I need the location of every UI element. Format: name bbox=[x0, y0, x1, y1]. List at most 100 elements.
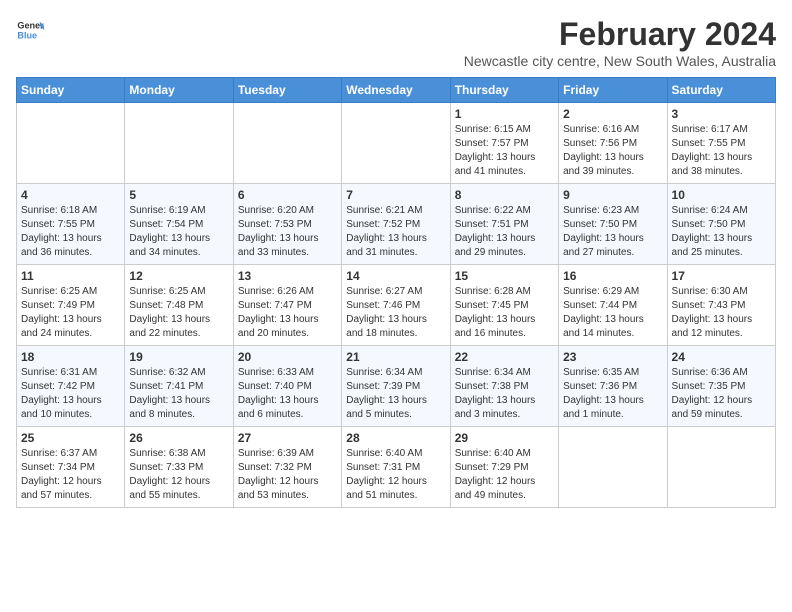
calendar-day-cell: 27 Sunrise: 6:39 AM Sunset: 7:32 PM Dayli… bbox=[233, 427, 341, 508]
day-number: 13 bbox=[238, 269, 337, 283]
day-info: Sunrise: 6:40 AM Sunset: 7:31 PM Dayligh… bbox=[346, 447, 445, 503]
weekday-header-cell: Monday bbox=[125, 78, 233, 103]
day-info: Sunrise: 6:25 AM Sunset: 7:48 PM Dayligh… bbox=[129, 285, 228, 341]
calendar-table: SundayMondayTuesdayWednesdayThursdayFrid… bbox=[16, 77, 776, 508]
calendar-day-cell bbox=[559, 427, 667, 508]
day-info: Sunrise: 6:27 AM Sunset: 7:46 PM Dayligh… bbox=[346, 285, 445, 341]
calendar-week-row: 1 Sunrise: 6:15 AM Sunset: 7:57 PM Daylig… bbox=[17, 103, 776, 184]
calendar-week-row: 18 Sunrise: 6:31 AM Sunset: 7:42 PM Dayli… bbox=[17, 346, 776, 427]
calendar-day-cell: 17 Sunrise: 6:30 AM Sunset: 7:43 PM Dayli… bbox=[667, 265, 775, 346]
day-number: 17 bbox=[672, 269, 771, 283]
day-number: 25 bbox=[21, 431, 120, 445]
calendar-day-cell: 8 Sunrise: 6:22 AM Sunset: 7:51 PM Daylig… bbox=[450, 184, 558, 265]
calendar-day-cell: 21 Sunrise: 6:34 AM Sunset: 7:39 PM Dayli… bbox=[342, 346, 450, 427]
day-info: Sunrise: 6:20 AM Sunset: 7:53 PM Dayligh… bbox=[238, 204, 337, 260]
calendar-day-cell: 29 Sunrise: 6:40 AM Sunset: 7:29 PM Dayli… bbox=[450, 427, 558, 508]
day-info: Sunrise: 6:39 AM Sunset: 7:32 PM Dayligh… bbox=[238, 447, 337, 503]
calendar-day-cell: 16Sunrise: 6:29 AM Sunset: 7:44 PM Dayli… bbox=[559, 265, 667, 346]
calendar-day-cell: 11 Sunrise: 6:25 AM Sunset: 7:49 PM Dayli… bbox=[17, 265, 125, 346]
calendar-day-cell: 5 Sunrise: 6:19 AM Sunset: 7:54 PM Daylig… bbox=[125, 184, 233, 265]
day-number: 29 bbox=[455, 431, 554, 445]
day-number: 15 bbox=[455, 269, 554, 283]
calendar-day-cell: 6 Sunrise: 6:20 AM Sunset: 7:53 PM Daylig… bbox=[233, 184, 341, 265]
month-title: February 2024 bbox=[464, 16, 776, 53]
day-info: Sunrise: 6:35 AM Sunset: 7:36 PM Dayligh… bbox=[563, 366, 662, 422]
day-info: Sunrise: 6:22 AM Sunset: 7:51 PM Dayligh… bbox=[455, 204, 554, 260]
weekday-header-cell: Tuesday bbox=[233, 78, 341, 103]
day-info: Sunrise: 6:28 AM Sunset: 7:45 PM Dayligh… bbox=[455, 285, 554, 341]
day-info: Sunrise: 6:34 AM Sunset: 7:38 PM Dayligh… bbox=[455, 366, 554, 422]
day-info: Sunrise: 6:17 AM Sunset: 7:55 PM Dayligh… bbox=[672, 123, 771, 179]
calendar-day-cell: 26Sunrise: 6:38 AM Sunset: 7:33 PM Dayli… bbox=[125, 427, 233, 508]
calendar-day-cell bbox=[233, 103, 341, 184]
day-info: Sunrise: 6:25 AM Sunset: 7:49 PM Dayligh… bbox=[21, 285, 120, 341]
logo: General Blue bbox=[16, 16, 44, 44]
day-number: 27 bbox=[238, 431, 337, 445]
day-info: Sunrise: 6:19 AM Sunset: 7:54 PM Dayligh… bbox=[129, 204, 228, 260]
calendar-day-cell: 22 Sunrise: 6:34 AM Sunset: 7:38 PM Dayli… bbox=[450, 346, 558, 427]
calendar-day-cell: 2 Sunrise: 6:16 AM Sunset: 7:56 PM Daylig… bbox=[559, 103, 667, 184]
day-info: Sunrise: 6:18 AM Sunset: 7:55 PM Dayligh… bbox=[21, 204, 120, 260]
calendar-day-cell bbox=[125, 103, 233, 184]
day-number: 21 bbox=[346, 350, 445, 364]
day-number: 22 bbox=[455, 350, 554, 364]
calendar-day-cell: 9Sunrise: 6:23 AM Sunset: 7:50 PM Daylig… bbox=[559, 184, 667, 265]
day-number: 1 bbox=[455, 107, 554, 121]
day-info: Sunrise: 6:40 AM Sunset: 7:29 PM Dayligh… bbox=[455, 447, 554, 503]
day-info: Sunrise: 6:36 AM Sunset: 7:35 PM Dayligh… bbox=[672, 366, 771, 422]
day-info: Sunrise: 6:34 AM Sunset: 7:39 PM Dayligh… bbox=[346, 366, 445, 422]
day-info: Sunrise: 6:21 AM Sunset: 7:52 PM Dayligh… bbox=[346, 204, 445, 260]
calendar-day-cell: 25Sunrise: 6:37 AM Sunset: 7:34 PM Dayli… bbox=[17, 427, 125, 508]
day-number: 7 bbox=[346, 188, 445, 202]
day-number: 6 bbox=[238, 188, 337, 202]
day-info: Sunrise: 6:31 AM Sunset: 7:42 PM Dayligh… bbox=[21, 366, 120, 422]
calendar-day-cell: 14 Sunrise: 6:27 AM Sunset: 7:46 PM Dayli… bbox=[342, 265, 450, 346]
logo-icon: General Blue bbox=[16, 16, 44, 44]
day-number: 18 bbox=[21, 350, 120, 364]
day-number: 24 bbox=[672, 350, 771, 364]
day-info: Sunrise: 6:29 AM Sunset: 7:44 PM Dayligh… bbox=[563, 285, 662, 341]
calendar-day-cell: 15 Sunrise: 6:28 AM Sunset: 7:45 PM Dayli… bbox=[450, 265, 558, 346]
day-number: 12 bbox=[129, 269, 228, 283]
day-info: Sunrise: 6:38 AM Sunset: 7:33 PM Dayligh… bbox=[129, 447, 228, 503]
weekday-header-cell: Friday bbox=[559, 78, 667, 103]
day-info: Sunrise: 6:24 AM Sunset: 7:50 PM Dayligh… bbox=[672, 204, 771, 260]
day-info: Sunrise: 6:33 AM Sunset: 7:40 PM Dayligh… bbox=[238, 366, 337, 422]
calendar-week-row: 4Sunrise: 6:18 AM Sunset: 7:55 PM Daylig… bbox=[17, 184, 776, 265]
calendar-day-cell: 13 Sunrise: 6:26 AM Sunset: 7:47 PM Dayli… bbox=[233, 265, 341, 346]
calendar-day-cell: 1 Sunrise: 6:15 AM Sunset: 7:57 PM Daylig… bbox=[450, 103, 558, 184]
day-info: Sunrise: 6:16 AM Sunset: 7:56 PM Dayligh… bbox=[563, 123, 662, 179]
calendar-day-cell: 4Sunrise: 6:18 AM Sunset: 7:55 PM Daylig… bbox=[17, 184, 125, 265]
day-number: 3 bbox=[672, 107, 771, 121]
title-area: February 2024 Newcastle city centre, New… bbox=[464, 16, 776, 69]
calendar-day-cell bbox=[667, 427, 775, 508]
calendar-week-row: 25Sunrise: 6:37 AM Sunset: 7:34 PM Dayli… bbox=[17, 427, 776, 508]
calendar-day-cell: 20 Sunrise: 6:33 AM Sunset: 7:40 PM Dayli… bbox=[233, 346, 341, 427]
day-info: Sunrise: 6:30 AM Sunset: 7:43 PM Dayligh… bbox=[672, 285, 771, 341]
weekday-header-cell: Sunday bbox=[17, 78, 125, 103]
calendar-day-cell: 23Sunrise: 6:35 AM Sunset: 7:36 PM Dayli… bbox=[559, 346, 667, 427]
day-number: 5 bbox=[129, 188, 228, 202]
calendar-day-cell: 12 Sunrise: 6:25 AM Sunset: 7:48 PM Dayli… bbox=[125, 265, 233, 346]
calendar-day-cell: 24 Sunrise: 6:36 AM Sunset: 7:35 PM Dayli… bbox=[667, 346, 775, 427]
day-number: 2 bbox=[563, 107, 662, 121]
location-title: Newcastle city centre, New South Wales, … bbox=[464, 53, 776, 69]
day-info: Sunrise: 6:26 AM Sunset: 7:47 PM Dayligh… bbox=[238, 285, 337, 341]
calendar-day-cell: 3 Sunrise: 6:17 AM Sunset: 7:55 PM Daylig… bbox=[667, 103, 775, 184]
day-number: 9 bbox=[563, 188, 662, 202]
calendar-day-cell bbox=[342, 103, 450, 184]
day-number: 8 bbox=[455, 188, 554, 202]
weekday-header-cell: Saturday bbox=[667, 78, 775, 103]
day-number: 20 bbox=[238, 350, 337, 364]
day-number: 11 bbox=[21, 269, 120, 283]
day-number: 14 bbox=[346, 269, 445, 283]
weekday-header-cell: Wednesday bbox=[342, 78, 450, 103]
header: General Blue February 2024 Newcastle cit… bbox=[16, 16, 776, 69]
calendar-day-cell: 10 Sunrise: 6:24 AM Sunset: 7:50 PM Dayli… bbox=[667, 184, 775, 265]
day-info: Sunrise: 6:15 AM Sunset: 7:57 PM Dayligh… bbox=[455, 123, 554, 179]
calendar-day-cell: 28 Sunrise: 6:40 AM Sunset: 7:31 PM Dayli… bbox=[342, 427, 450, 508]
day-number: 28 bbox=[346, 431, 445, 445]
day-number: 10 bbox=[672, 188, 771, 202]
weekday-header-row: SundayMondayTuesdayWednesdayThursdayFrid… bbox=[17, 78, 776, 103]
calendar-week-row: 11 Sunrise: 6:25 AM Sunset: 7:49 PM Dayli… bbox=[17, 265, 776, 346]
